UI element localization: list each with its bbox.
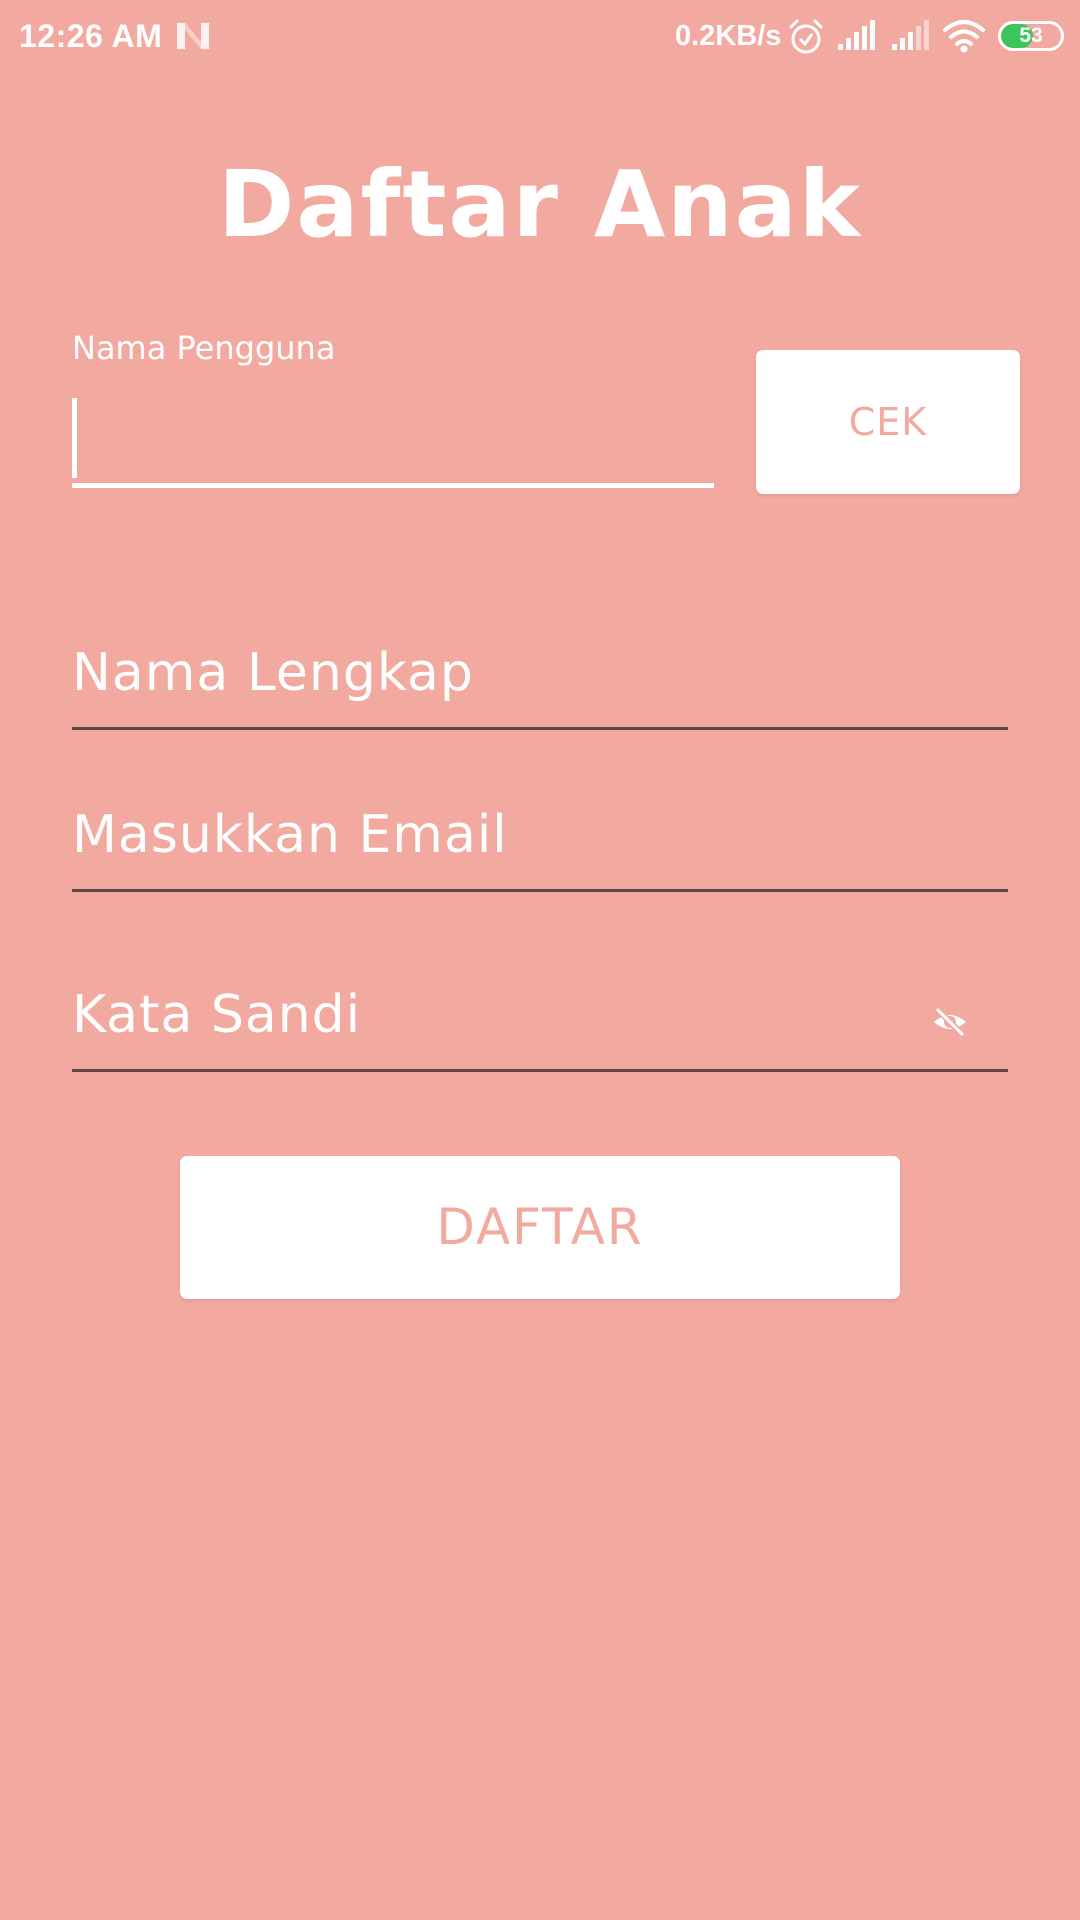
password-underline: [72, 1069, 1008, 1072]
check-username-button[interactable]: CEK: [756, 350, 1020, 494]
text-cursor: [72, 398, 77, 478]
eye-off-icon[interactable]: [932, 1004, 968, 1040]
username-underline: [72, 483, 714, 488]
wifi-icon: [943, 20, 985, 53]
alarm-icon: [789, 19, 823, 54]
email-underline: [72, 889, 1008, 892]
full-name-underline: [72, 727, 1008, 730]
full-name-placeholder: Nama Lengkap: [72, 643, 474, 703]
status-time: 12:26 AM: [19, 18, 163, 54]
network-speed: 0.2KB/s: [675, 20, 782, 52]
battery-level: 53: [1019, 24, 1043, 47]
n-notification-icon: [177, 23, 209, 49]
email-input[interactable]: Masukkan Email: [72, 795, 1008, 892]
username-input[interactable]: [72, 388, 714, 488]
password-placeholder: Kata Sandi: [72, 985, 362, 1045]
status-bar: 12:26 AM 0.2KB/s 53: [0, 0, 1080, 72]
email-placeholder: Masukkan Email: [72, 805, 508, 865]
register-button[interactable]: DAFTAR: [180, 1156, 900, 1299]
signal-icon: [892, 20, 929, 50]
username-label: Nama Pengguna: [72, 329, 336, 367]
password-input[interactable]: Kata Sandi: [72, 970, 1008, 1072]
battery-icon: 53: [998, 21, 1064, 51]
signal-icon: [838, 20, 875, 50]
full-name-input[interactable]: Nama Lengkap: [72, 630, 1008, 730]
page-title: Daftar Anak: [218, 151, 862, 258]
